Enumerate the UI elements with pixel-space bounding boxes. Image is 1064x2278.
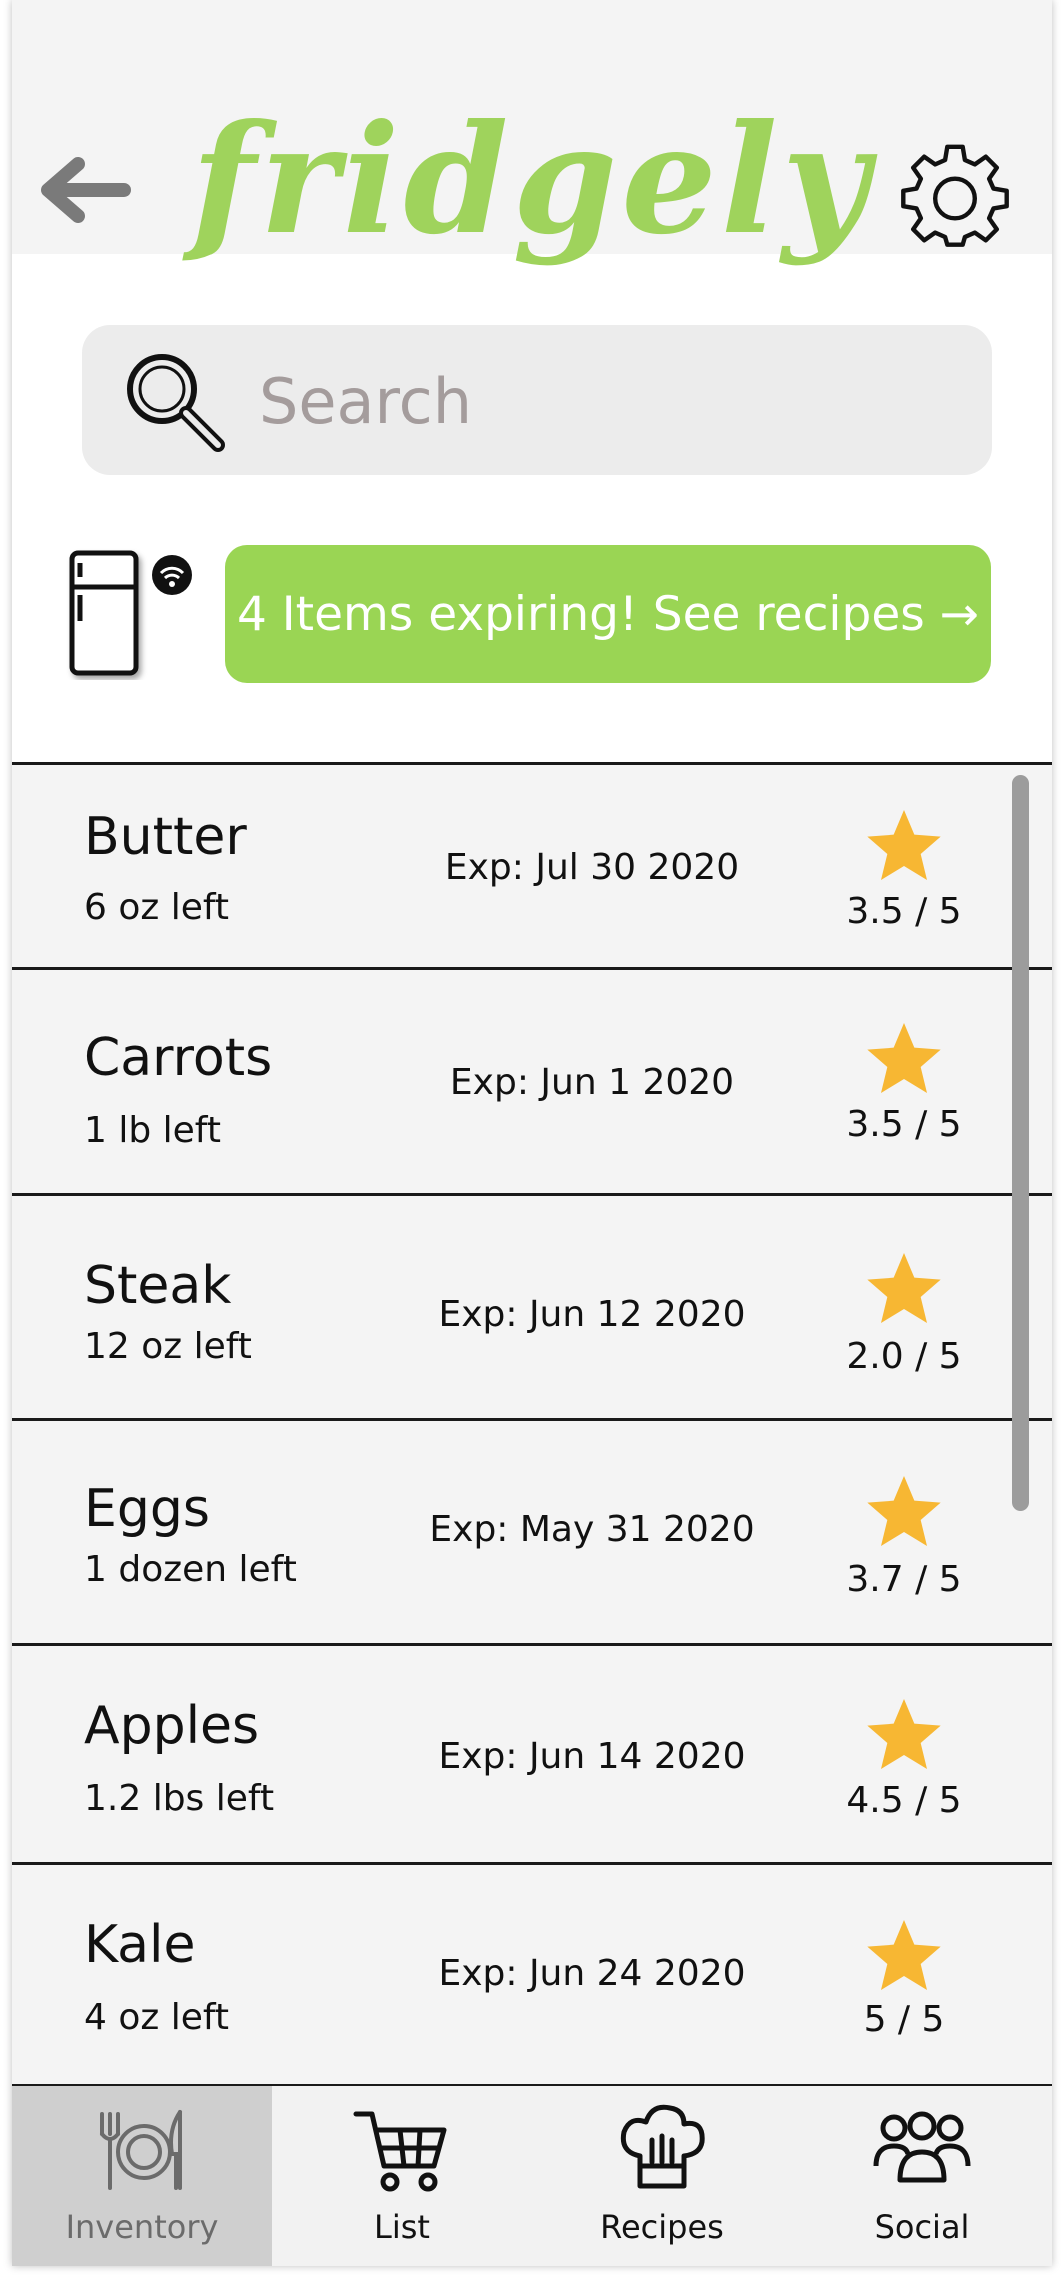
item-expiration: Exp: Jun 1 2020 <box>449 1062 735 1103</box>
item-expiration: Exp: May 31 2020 <box>429 1509 755 1550</box>
cart-icon <box>353 2111 447 2192</box>
item-rating: 5 / 5 <box>863 1999 945 2040</box>
list-item[interactable]: Carrots 1 lb left Exp: Jun 1 2020 3.5 / … <box>12 970 1052 1196</box>
search-icon <box>127 354 225 452</box>
item-rating: 4.5 / 5 <box>846 1780 962 1821</box>
search-input[interactable] <box>257 355 961 447</box>
item-name: Apples <box>84 1696 260 1756</box>
item-quantity: 6 oz left <box>84 887 230 928</box>
list-item[interactable]: Apples 1.2 lbs left Exp: Jun 14 2020 4.5… <box>12 1646 1052 1865</box>
tab-recipes[interactable]: Recipes <box>532 2086 792 2266</box>
list-item[interactable]: Steak 12 oz left Exp: Jun 12 2020 2.0 / … <box>12 1196 1052 1421</box>
tab-label: Inventory <box>65 2208 219 2246</box>
item-rating: 3.5 / 5 <box>846 1104 962 1145</box>
item-rating: 3.7 / 5 <box>846 1559 962 1600</box>
item-rating: 3.5 / 5 <box>846 891 962 932</box>
item-quantity: 1 dozen left <box>84 1549 297 1590</box>
tab-label: Recipes <box>600 2208 724 2246</box>
item-expiration: Exp: Jul 30 2020 <box>444 847 740 888</box>
item-quantity: 12 oz left <box>84 1326 252 1367</box>
star-icon <box>867 1476 941 1546</box>
star-icon <box>867 1699 941 1769</box>
item-name: Carrots <box>84 1028 273 1088</box>
item-rating: 2.0 / 5 <box>846 1336 962 1377</box>
item-name: Eggs <box>84 1479 210 1539</box>
item-quantity: 1 lb left <box>84 1110 221 1151</box>
tab-list[interactable]: List <box>272 2086 532 2266</box>
smart-fridge-icon[interactable] <box>60 545 210 680</box>
chef-hat-icon <box>620 2104 705 2189</box>
app-logo: fridgely <box>191 92 873 268</box>
people-icon <box>873 2111 971 2183</box>
header: fridgely <box>12 0 1052 260</box>
star-icon <box>867 810 941 880</box>
list-item[interactable]: Eggs 1 dozen left Exp: May 31 2020 3.7 /… <box>12 1421 1052 1646</box>
search-bar[interactable] <box>82 325 992 475</box>
tab-label: Social <box>874 2208 970 2246</box>
item-quantity: 1.2 lbs left <box>84 1778 275 1819</box>
bottom-tab-bar: Inventory List Recipes Social <box>12 2084 1052 2266</box>
tab-label: List <box>374 2208 430 2246</box>
item-name: Butter <box>84 807 247 867</box>
list-item[interactable]: Butter 6 oz left Exp: Jul 30 2020 3.5 / … <box>12 765 1052 970</box>
list-scrollbar[interactable] <box>1012 775 1029 1511</box>
plate-utensils-icon <box>100 2110 182 2190</box>
item-expiration: Exp: Jun 12 2020 <box>438 1294 746 1335</box>
item-name: Steak <box>84 1256 232 1316</box>
expiring-items-button[interactable]: 4 Items expiring! See recipes → <box>225 545 991 683</box>
star-icon <box>867 1920 941 1990</box>
item-expiration: Exp: Jun 14 2020 <box>438 1736 746 1777</box>
inventory-list: Butter 6 oz left Exp: Jul 30 2020 3.5 / … <box>12 762 1052 2085</box>
tab-social[interactable]: Social <box>792 2086 1052 2266</box>
item-name: Kale <box>84 1915 196 1975</box>
app-screen: fridgely 4 Items expiring! See recipes → <box>12 0 1052 2266</box>
star-icon <box>867 1253 941 1323</box>
star-icon <box>867 1023 941 1093</box>
item-quantity: 4 oz left <box>84 1997 230 2038</box>
list-item[interactable]: Kale 4 oz left Exp: Jun 24 2020 5 / 5 <box>12 1865 1052 2085</box>
settings-gear-icon[interactable] <box>900 138 1010 248</box>
item-expiration: Exp: Jun 24 2020 <box>438 1953 746 1994</box>
tab-inventory[interactable]: Inventory <box>12 2086 272 2266</box>
